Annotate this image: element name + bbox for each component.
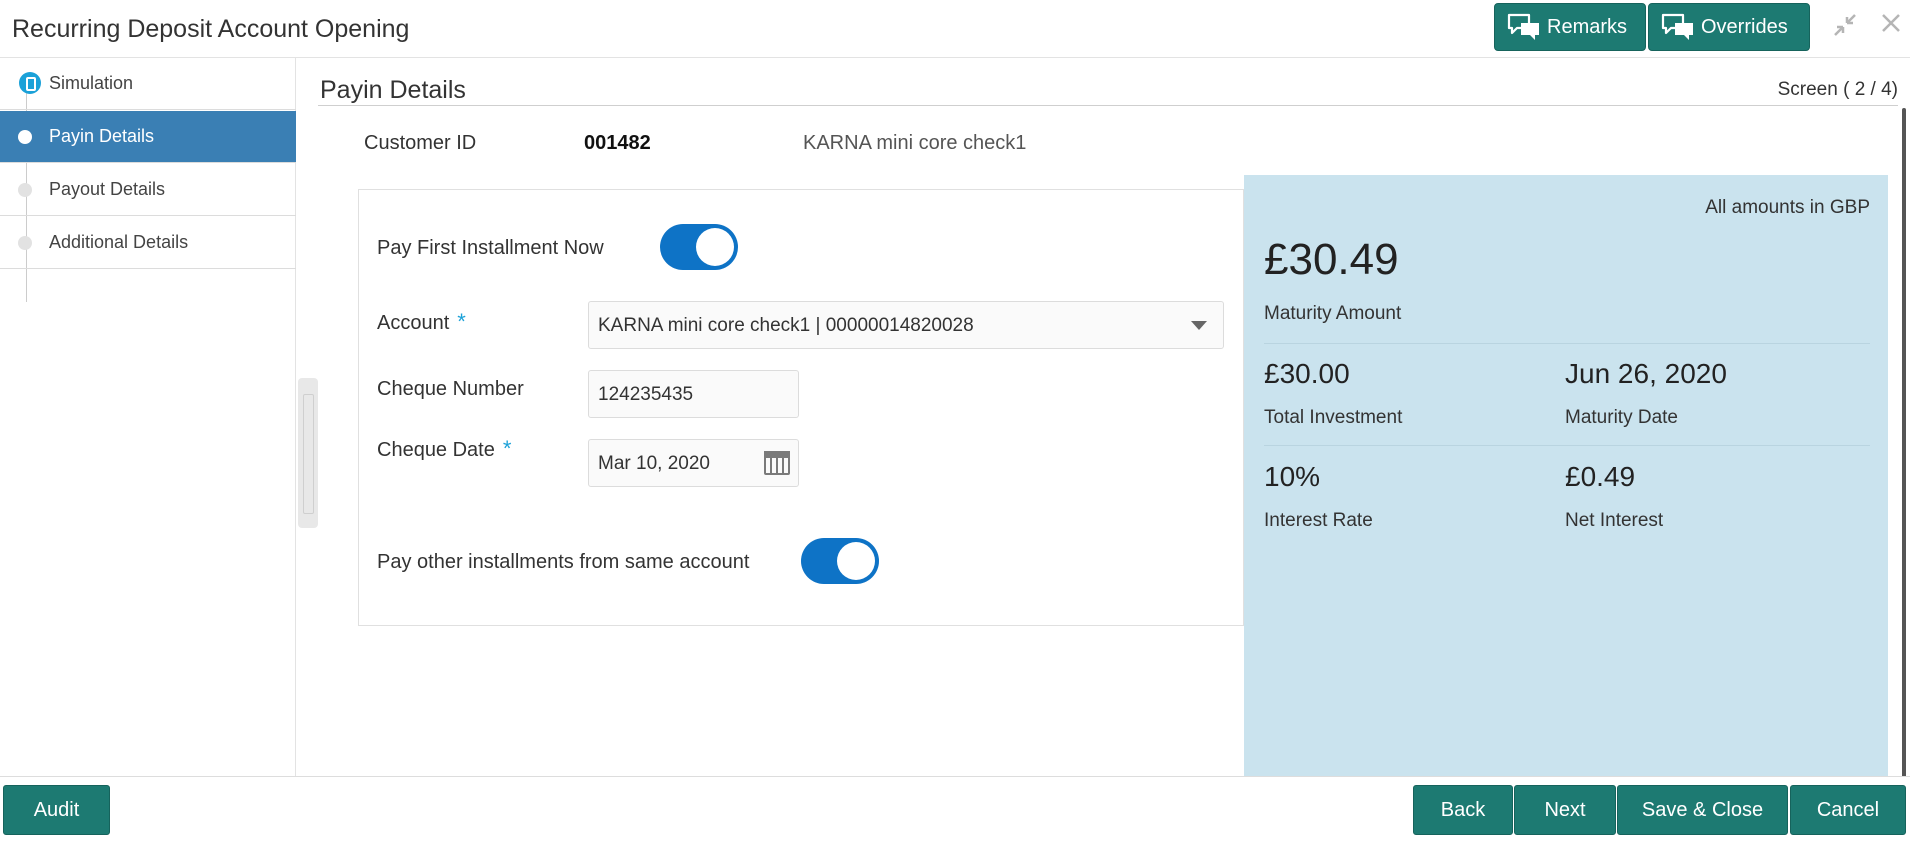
chevron-down-icon [1191, 321, 1207, 330]
pay-other-installments-label: Pay other installments from same account [377, 551, 750, 573]
maturity-summary-panel: All amounts in GBP £30.49 Maturity Amoun… [1244, 175, 1888, 776]
cheque-date-label: Cheque Date * [377, 436, 511, 462]
screen-indicator: Screen ( 2 / 4) [1777, 79, 1898, 100]
step-payin-details[interactable]: Payin Details [0, 111, 296, 163]
main-content: Payin Details Screen ( 2 / 4) Customer I… [318, 58, 1910, 818]
payin-form: Pay First Installment Now Account * KARNA… [358, 189, 1244, 626]
next-button[interactable]: Next [1514, 785, 1616, 835]
maturity-amount-value: £30.49 [1264, 235, 1399, 284]
summary-divider [1264, 445, 1870, 446]
step-current-icon [19, 72, 41, 94]
save-close-button[interactable]: Save & Close [1617, 785, 1788, 835]
step-label: Simulation [49, 73, 134, 93]
step-label: Payin Details [49, 126, 155, 146]
minimize-icon[interactable] [1832, 12, 1858, 45]
customer-id-value: 001482 [584, 132, 651, 154]
pay-other-installments-toggle[interactable] [801, 538, 879, 584]
title-divider [318, 105, 1898, 106]
step-dot-icon [18, 130, 32, 144]
chat-bubbles-icon [1507, 13, 1541, 41]
overrides-label: Overrides [1701, 15, 1788, 38]
interest-rate-value: 10% [1264, 461, 1321, 492]
back-button[interactable]: Back [1413, 785, 1513, 835]
overrides-button[interactable]: Overrides [1648, 3, 1810, 51]
audit-button[interactable]: Audit [3, 785, 110, 835]
required-marker: * [502, 436, 512, 461]
account-select-value: KARNA mini core check1 | 00000014820028 [598, 315, 974, 336]
step-navigation: Simulation Payin Details Payout Details … [0, 58, 296, 776]
total-investment-value: £30.00 [1264, 358, 1350, 389]
step-label: Additional Details [49, 232, 189, 252]
account-label-text: Account [377, 312, 450, 334]
remarks-button[interactable]: Remarks [1494, 3, 1646, 51]
calendar-icon[interactable] [764, 451, 790, 475]
net-interest-value: £0.49 [1565, 461, 1636, 492]
maturity-date-value: Jun 26, 2020 [1565, 358, 1727, 389]
net-interest-label: Net Interest [1565, 510, 1664, 531]
step-additional-details[interactable]: Additional Details [0, 217, 296, 269]
step-payout-details[interactable]: Payout Details [0, 164, 296, 216]
close-icon[interactable] [1880, 12, 1902, 41]
pay-first-installment-toggle[interactable] [660, 224, 738, 270]
step-dot-icon [18, 183, 32, 197]
cheque-number-input[interactable]: 124235435 [588, 370, 799, 418]
maturity-date-label: Maturity Date [1565, 407, 1678, 428]
account-select[interactable]: KARNA mini core check1 | 00000014820028 [588, 301, 1224, 349]
vertical-scrollbar[interactable] [1902, 108, 1906, 818]
interest-rate-label: Interest Rate [1264, 510, 1373, 531]
total-investment-label: Total Investment [1264, 407, 1403, 428]
currency-note: All amounts in GBP [1705, 197, 1870, 218]
step-label: Payout Details [49, 179, 166, 199]
remarks-label: Remarks [1547, 15, 1628, 38]
sidebar-collapse-handle[interactable] [298, 378, 318, 528]
required-marker: * [457, 309, 466, 334]
chat-bubbles-icon [1661, 13, 1695, 41]
cheque-date-input[interactable]: Mar 10, 2020 [588, 439, 799, 487]
app-title: Recurring Deposit Account Opening [12, 15, 410, 43]
summary-divider [1264, 343, 1870, 344]
cheque-number-label: Cheque Number [377, 378, 524, 400]
footer-bar: Audit Back Next Save & Close Cancel [0, 776, 1910, 843]
cheque-date-label-text: Cheque Date [377, 439, 495, 461]
cheque-number-value: 124235435 [598, 384, 694, 405]
account-label: Account * [377, 309, 466, 335]
cancel-button[interactable]: Cancel [1790, 785, 1906, 835]
step-dot-icon [18, 236, 32, 250]
pay-first-installment-label: Pay First Installment Now [377, 237, 604, 259]
customer-id-label: Customer ID [364, 132, 477, 154]
header-bar: Recurring Deposit Account Opening Remark… [0, 0, 1910, 58]
section-title: Payin Details [320, 76, 466, 104]
cheque-date-value: Mar 10, 2020 [598, 453, 710, 474]
customer-name: KARNA mini core check1 [803, 132, 1027, 154]
step-simulation[interactable]: Simulation [0, 58, 296, 110]
maturity-amount-label: Maturity Amount [1264, 303, 1402, 324]
